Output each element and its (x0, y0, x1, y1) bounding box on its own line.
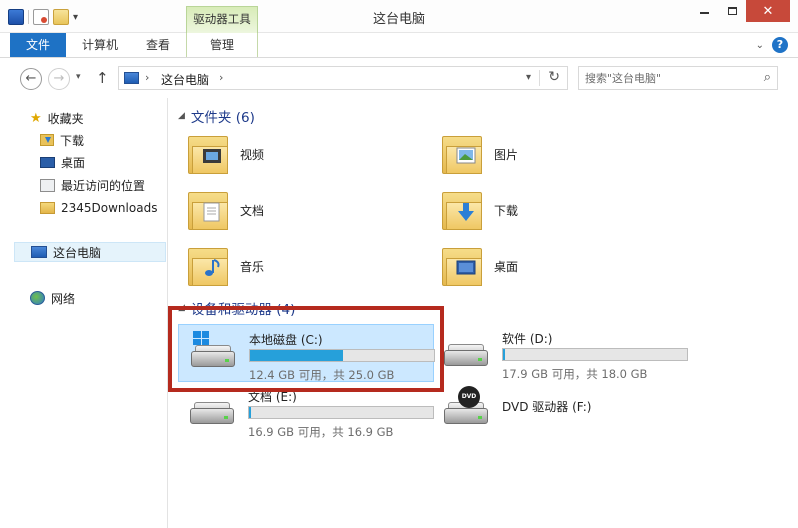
documents-folder-icon (188, 188, 230, 232)
download-folder-icon (40, 134, 54, 146)
nav-this-pc-label: 这台电脑 (53, 245, 102, 260)
forward-button[interactable]: → (48, 68, 70, 90)
ribbon-right-controls: ⌄ ? (756, 37, 788, 53)
drive-tile-d[interactable]: 软件 (D:) 17.9 GB 可用，共 18.0 GB (432, 324, 688, 382)
videos-folder-icon (188, 132, 230, 176)
drive-tools-context-header: 驱动器工具 (186, 6, 258, 33)
nav-item-label: 下载 (60, 133, 85, 148)
tab-manage[interactable]: 管理 (186, 33, 258, 57)
drive-capacity: 17.9 GB 可用，共 18.0 GB (502, 367, 648, 381)
title-bar: ▾ 这台电脑 ✕ (0, 0, 798, 33)
folder-icon (40, 202, 55, 214)
nav-network-label: 网络 (51, 291, 76, 306)
folder-label: 视频 (240, 147, 265, 162)
folders-header-label: 文件夹 (6) (190, 110, 255, 126)
annotation-highlight-box (168, 306, 444, 392)
nav-favorites-label: 收藏夹 (47, 111, 84, 126)
ribbon-tabs: 文件 计算机 查看 管理 ⌄ ? (0, 33, 798, 58)
nav-item-label: 2345Downloads (61, 201, 158, 215)
folder-label: 下载 (494, 203, 519, 218)
breadcrumb-separator-icon[interactable]: › (145, 71, 149, 84)
this-pc-icon (31, 246, 47, 258)
drive-capacity: 16.9 GB 可用，共 16.9 GB (248, 425, 394, 439)
search-input[interactable] (585, 70, 753, 86)
drive-usage-fill (503, 349, 505, 360)
close-button[interactable]: ✕ (746, 0, 790, 22)
drive-name: 软件 (D:) (502, 332, 553, 346)
tab-view[interactable]: 查看 (134, 33, 182, 57)
expand-ribbon-chevron-icon[interactable]: ⌄ (756, 40, 764, 51)
recent-locations-chevron-icon[interactable]: ▾ (76, 72, 81, 82)
nav-item-recent-places[interactable]: 最近访问的位置 (40, 175, 145, 195)
folder-tile-videos[interactable]: 视频 (188, 128, 428, 180)
window-title: 这台电脑 (372, 12, 425, 27)
drive-tile-f[interactable]: DVD DVD 驱动器 (F:) (432, 382, 688, 440)
folders-group-header[interactable]: ◢ 文件夹 (6) (178, 106, 255, 126)
search-box[interactable]: ⌕ (578, 66, 778, 90)
search-icon[interactable]: ⌕ (764, 70, 771, 85)
folder-tile-music[interactable]: 音乐 (188, 240, 428, 292)
address-history-chevron-icon[interactable]: ▾ (526, 72, 531, 83)
address-divider (539, 70, 540, 86)
nav-item-desktop[interactable]: 桌面 (40, 152, 85, 172)
nav-item-2345downloads[interactable]: 2345Downloads (40, 198, 157, 218)
folder-tile-downloads[interactable]: 下载 (442, 184, 682, 236)
downloads-folder-icon (442, 188, 484, 232)
hard-drive-icon (188, 398, 236, 428)
folder-label: 桌面 (494, 259, 519, 274)
back-button[interactable]: ← (20, 68, 42, 90)
dvd-drive-icon: DVD (442, 386, 490, 428)
minimize-button[interactable] (690, 0, 718, 22)
nav-network[interactable]: 网络 (30, 288, 75, 308)
drive-usage-bar (248, 406, 434, 419)
window-controls: ✕ (690, 0, 790, 22)
desktop-folder-icon (442, 244, 484, 288)
collapse-chevron-icon[interactable]: ◢ (178, 111, 185, 121)
this-pc-icon (124, 72, 139, 84)
folder-label: 文档 (240, 203, 265, 218)
pictures-folder-icon (442, 132, 484, 176)
tab-computer[interactable]: 计算机 (70, 33, 130, 57)
maximize-button[interactable] (718, 0, 746, 22)
drive-usage-fill (249, 407, 251, 418)
minimize-icon (699, 12, 709, 14)
nav-favorites[interactable]: ★ 收藏夹 (30, 108, 84, 128)
drive-usage-bar (502, 348, 688, 361)
recent-places-icon (40, 178, 55, 192)
folder-tile-pictures[interactable]: 图片 (442, 128, 682, 180)
network-icon (30, 291, 45, 305)
folder-label: 图片 (494, 147, 519, 162)
nav-this-pc[interactable]: 这台电脑 (14, 242, 166, 262)
breadcrumb-this-pc[interactable]: 这台电脑 (161, 71, 209, 88)
refresh-icon[interactable]: ↻ (548, 69, 560, 85)
maximize-icon (727, 7, 737, 15)
address-row: ← → ▾ ↑ › 这台电脑 › ▾ ↻ ⌕ (0, 58, 798, 98)
folder-tile-desktop[interactable]: 桌面 (442, 240, 682, 292)
star-icon: ★ (30, 110, 42, 126)
navigation-pane: ★ 收藏夹 下载 桌面 最近访问的位置 2345Downloads 这台电脑 网… (0, 98, 168, 528)
music-folder-icon (188, 244, 230, 288)
up-arrow-icon[interactable]: ↑ (96, 69, 109, 87)
folder-label: 音乐 (240, 259, 265, 274)
nav-item-label: 最近访问的位置 (61, 178, 146, 193)
folder-tile-documents[interactable]: 文档 (188, 184, 428, 236)
nav-item-label: 桌面 (61, 155, 86, 170)
drive-name: DVD 驱动器 (F:) (502, 400, 592, 414)
tab-file[interactable]: 文件 (10, 33, 66, 57)
nav-item-downloads[interactable]: 下载 (40, 130, 84, 150)
desktop-icon (40, 156, 55, 168)
hard-drive-icon (442, 340, 490, 370)
breadcrumb-chevron-icon[interactable]: › (219, 71, 223, 84)
address-bar[interactable]: › 这台电脑 › ▾ ↻ (118, 66, 568, 90)
help-icon[interactable]: ? (772, 37, 788, 53)
